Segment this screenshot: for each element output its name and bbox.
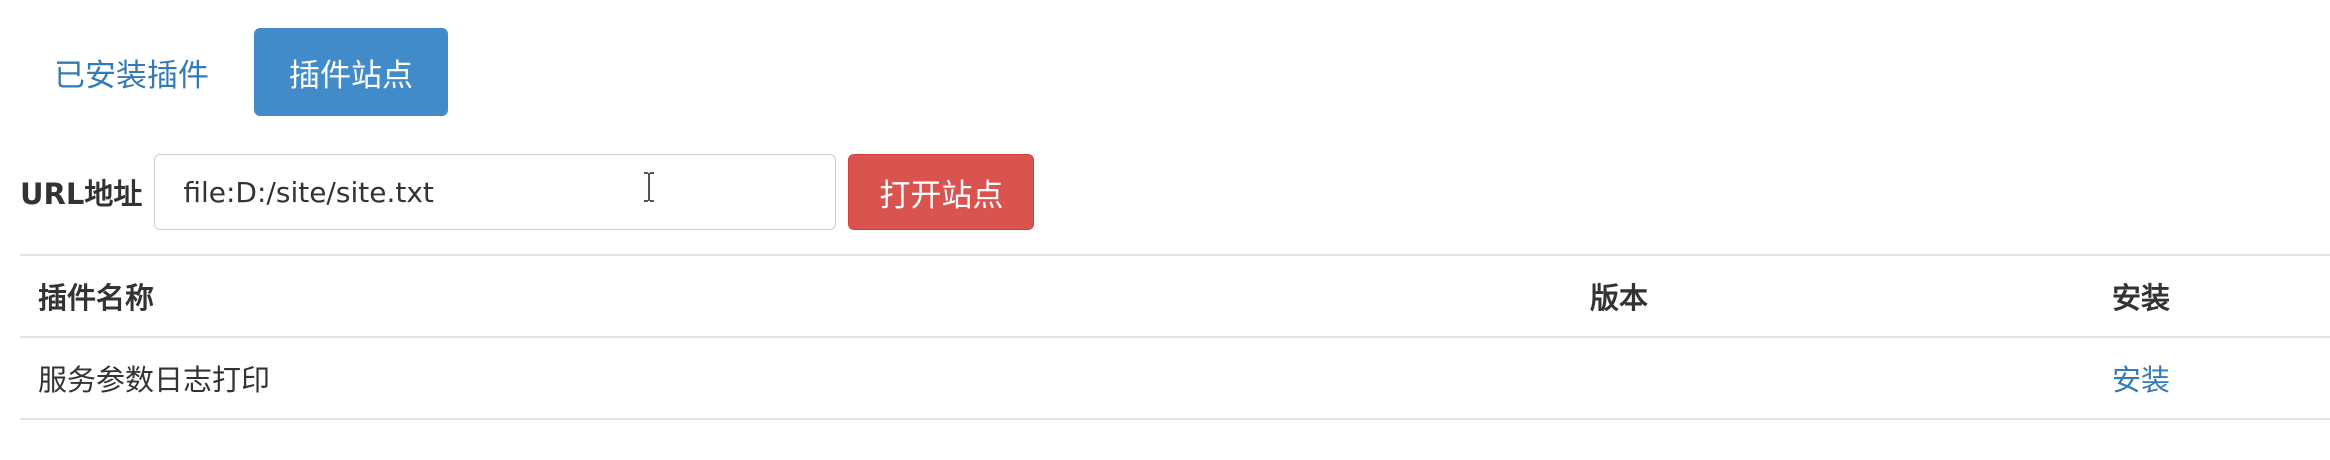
tab-installed-plugins[interactable]: 已安装插件 xyxy=(34,28,232,116)
table-row: 服务参数日志打印 安装 xyxy=(20,338,2330,420)
install-link[interactable]: 安装 xyxy=(2112,363,2170,397)
table-row-partial xyxy=(20,420,2330,460)
url-input[interactable] xyxy=(154,154,837,230)
plugin-tabs: 已安装插件 插件站点 xyxy=(34,28,448,116)
url-row: URL地址 打开站点 xyxy=(20,152,1035,232)
header-version: 版本 xyxy=(1590,281,1649,315)
url-label: URL地址 xyxy=(20,177,143,211)
plugin-table: 插件名称 版本 安装 服务参数日志打印 安装 xyxy=(20,254,2330,460)
table-header-row: 插件名称 版本 安装 xyxy=(20,256,2330,338)
plugin-name-cell: 服务参数日志打印 xyxy=(38,363,271,397)
header-plugin-name: 插件名称 xyxy=(38,281,155,315)
url-input-wrapper xyxy=(154,154,837,230)
text-cursor-icon xyxy=(644,172,655,202)
header-install: 安装 xyxy=(2112,281,2171,315)
install-cell: 安装 xyxy=(2094,357,2330,399)
open-site-button[interactable]: 打开站点 xyxy=(848,154,1035,230)
tab-plugin-site[interactable]: 插件站点 xyxy=(254,28,448,116)
